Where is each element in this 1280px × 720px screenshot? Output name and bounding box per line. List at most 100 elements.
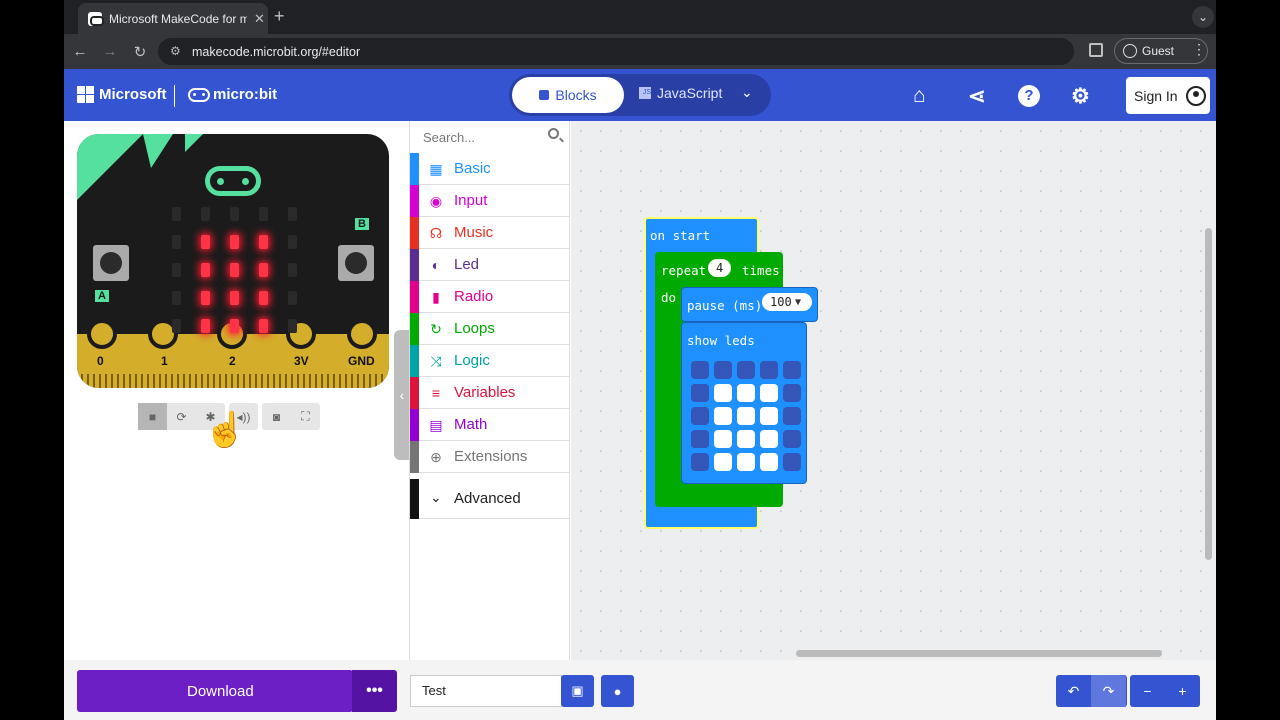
save-button[interactable]: ▣	[561, 675, 594, 707]
help-icon[interactable]: ?	[1018, 85, 1040, 107]
new-tab-icon[interactable]: +	[274, 6, 285, 27]
show-leds-block[interactable]: show leds	[681, 322, 807, 484]
led-cell[interactable]	[783, 407, 801, 425]
pause-block[interactable]: pause (ms) 100 ▼	[681, 287, 818, 322]
led-cell[interactable]	[691, 453, 709, 471]
button-a[interactable]	[93, 245, 129, 281]
project-name-input[interactable]: Test	[410, 675, 562, 707]
category-basic[interactable]: ▦ Basic	[410, 153, 569, 185]
led-cell[interactable]	[760, 384, 778, 402]
plus-circle-icon: ⊕	[430, 449, 442, 465]
led-cell[interactable]	[737, 407, 755, 425]
tab-blocks[interactable]: Blocks	[512, 77, 624, 113]
back-icon[interactable]: ←	[66, 43, 94, 60]
category-extensions[interactable]: ⊕ Extensions	[410, 441, 569, 473]
redo-icon[interactable]: ↷	[1091, 675, 1126, 707]
workspace-horizontal-scrollbar[interactable]	[796, 650, 1162, 657]
microbit-logo[interactable]: micro:bit	[188, 86, 277, 103]
tab-javascript-label: JavaScript	[657, 85, 723, 101]
category-math[interactable]: ▤ Math	[410, 409, 569, 441]
category-label: Logic	[454, 352, 490, 369]
simulator-led	[230, 263, 239, 277]
category-variables[interactable]: ≡ Variables	[410, 377, 569, 409]
led-cell[interactable]	[737, 453, 755, 471]
side-panel-icon[interactable]	[1089, 43, 1103, 57]
zoom-out-icon[interactable]: −	[1130, 675, 1165, 707]
microbit-simulator[interactable]: A B 0 1 2 3V GND	[77, 134, 389, 388]
simulator-led	[288, 207, 297, 221]
sign-in-button[interactable]: Sign In	[1126, 77, 1210, 114]
headphones-icon: ☊	[429, 225, 443, 241]
reload-icon[interactable]: ↻	[126, 43, 154, 61]
led-grid-editor[interactable]	[691, 361, 806, 476]
browser-window: Microsoft MakeCode for micro:bit ✕ + ⌄ ←…	[64, 0, 1216, 720]
led-cell[interactable]	[691, 430, 709, 448]
led-cell[interactable]	[714, 453, 732, 471]
undo-redo-group: ↶ ↷	[1056, 675, 1127, 707]
led-cell[interactable]	[714, 361, 732, 379]
close-tab-icon[interactable]: ✕	[254, 11, 265, 27]
led-cell[interactable]	[760, 453, 778, 471]
simulator-led	[172, 207, 181, 221]
undo-icon[interactable]: ↶	[1056, 675, 1091, 707]
tab-javascript[interactable]: JS JavaScript	[639, 85, 722, 101]
button-b[interactable]	[338, 245, 374, 281]
search-icon[interactable]	[548, 128, 559, 139]
stop-icon[interactable]: ■	[138, 403, 167, 430]
category-music[interactable]: ☊ Music	[410, 217, 569, 249]
toggle-icon: ◐	[431, 257, 441, 273]
led-cell[interactable]	[714, 430, 732, 448]
chevron-down-icon: ⌄	[430, 489, 442, 505]
category-loops[interactable]: ↻ Loops	[410, 313, 569, 345]
home-icon[interactable]: ⌂	[913, 84, 926, 108]
repeat-count-input[interactable]: 4	[708, 259, 732, 277]
category-radio[interactable]: ▮ Radio	[410, 281, 569, 313]
led-cell[interactable]	[760, 407, 778, 425]
microbit-touch-logo[interactable]	[205, 166, 261, 196]
led-cell[interactable]	[783, 384, 801, 402]
led-cell[interactable]	[737, 361, 755, 379]
led-cell[interactable]	[737, 430, 755, 448]
address-bar[interactable]: ⚙ makecode.microbit.org/#editor	[158, 38, 1074, 65]
share-icon[interactable]: ⋖	[968, 84, 986, 109]
screenshot-camera-icon[interactable]: ◙	[262, 403, 291, 430]
category-led[interactable]: ◐ Led	[410, 249, 569, 281]
led-cell[interactable]	[783, 361, 801, 379]
category-label: Music	[454, 224, 494, 241]
pin-gnd[interactable]	[347, 319, 377, 349]
microsoft-logo[interactable]: Microsoft	[77, 86, 167, 103]
led-cell[interactable]	[691, 361, 709, 379]
category-input[interactable]: ◉ Input	[410, 185, 569, 217]
pause-value-dropdown[interactable]: 100	[762, 293, 812, 311]
led-cell[interactable]	[691, 407, 709, 425]
language-dropdown-chevron-icon[interactable]: ⌄	[741, 84, 753, 101]
tab-search-chevron-icon[interactable]: ⌄	[1192, 6, 1214, 28]
led-cell[interactable]	[783, 430, 801, 448]
forward-icon[interactable]: →	[96, 43, 124, 60]
fullscreen-icon[interactable]: ⛶	[291, 403, 320, 430]
browser-menu-icon[interactable]: ⋮	[1192, 41, 1206, 58]
led-cell[interactable]	[714, 384, 732, 402]
zoom-in-icon[interactable]: +	[1165, 675, 1200, 707]
led-cell[interactable]	[760, 430, 778, 448]
category-logic[interactable]: ⤨ Logic	[410, 345, 569, 377]
github-button[interactable]: ●	[601, 675, 634, 707]
pin-0[interactable]	[87, 319, 117, 349]
led-cell[interactable]	[783, 453, 801, 471]
settings-gear-icon[interactable]: ⚙	[1071, 84, 1090, 109]
simulator-led	[288, 263, 297, 277]
restart-icon[interactable]: ⟳	[167, 403, 196, 430]
led-cell[interactable]	[714, 407, 732, 425]
browser-tab[interactable]: Microsoft MakeCode for micro:bit ✕	[78, 3, 268, 34]
collapse-simulator-handle[interactable]: ‹	[394, 330, 410, 460]
led-cell[interactable]	[691, 384, 709, 402]
led-cell[interactable]	[737, 384, 755, 402]
site-info-icon[interactable]: ⚙	[170, 44, 181, 58]
toolbox-search[interactable]: Search...	[410, 121, 569, 153]
workspace-vertical-scrollbar[interactable]	[1205, 228, 1212, 560]
category-label: Loops	[454, 320, 495, 337]
category-advanced[interactable]: ⌄ Advanced	[410, 479, 569, 519]
led-cell[interactable]	[760, 361, 778, 379]
download-button[interactable]: Download	[77, 670, 353, 712]
download-more-button[interactable]: •••	[352, 670, 397, 712]
